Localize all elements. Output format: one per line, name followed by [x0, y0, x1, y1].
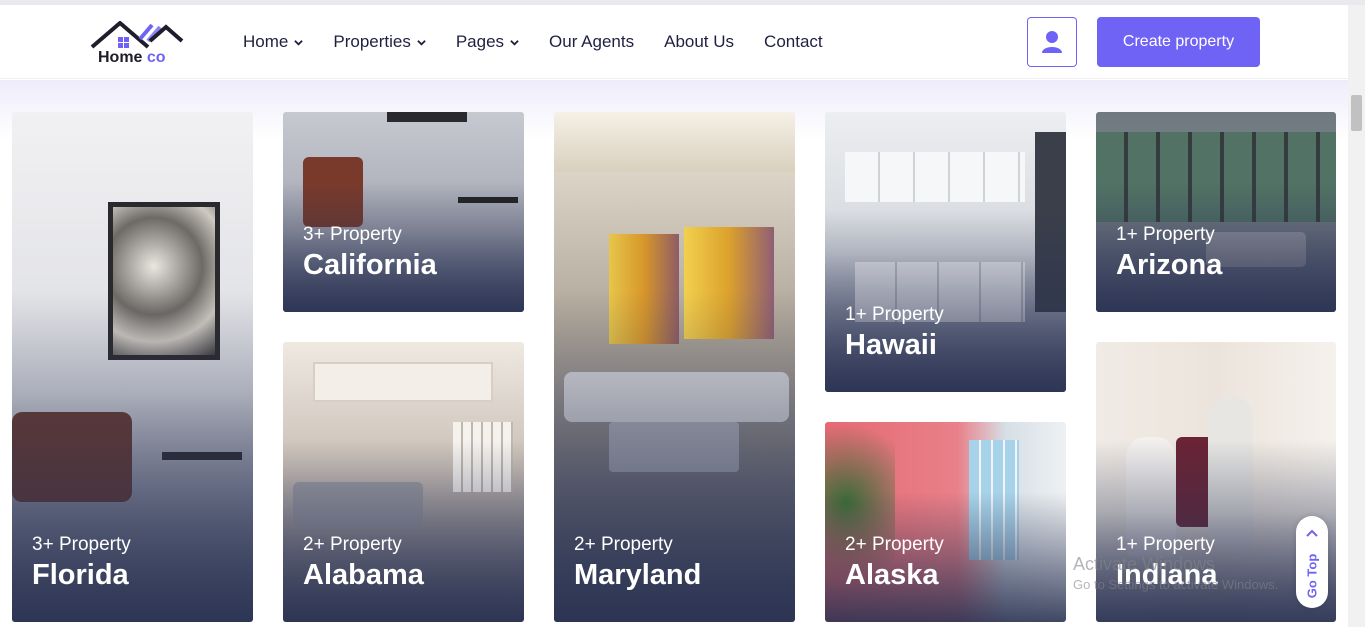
location-card-california[interactable]: 3+ Property California	[283, 112, 524, 312]
state-name: Florida	[32, 559, 129, 591]
location-card-alabama[interactable]: 2+ Property Alabama	[283, 342, 524, 622]
location-card-florida[interactable]: 3+ Property Florida	[12, 112, 253, 622]
location-card-alaska[interactable]: 2+ Property Alaska	[825, 422, 1066, 622]
card-overlay	[283, 182, 524, 312]
user-icon	[1042, 31, 1062, 53]
location-card-arizona[interactable]: 1+ Property Arizona	[1096, 112, 1336, 312]
state-name: California	[303, 249, 437, 281]
state-name: Alaska	[845, 559, 939, 591]
card-overlay	[1096, 182, 1336, 312]
navbar: Home co Home Properties Pages Our Agents…	[0, 5, 1348, 79]
nav-item-our-agents[interactable]: Our Agents	[549, 32, 634, 52]
property-count: 1+ Property	[1116, 534, 1215, 555]
windows-activation-watermark: Activate Windows Go to Settings to activ…	[1073, 554, 1278, 592]
wall-painting	[387, 112, 467, 122]
state-name: Arizona	[1116, 249, 1223, 281]
property-count: 2+ Property	[303, 534, 402, 555]
logo-text: Home co	[98, 49, 166, 66]
nav-item-contact[interactable]: Contact	[764, 32, 823, 52]
go-top-label: Go Top	[1304, 553, 1320, 599]
property-count: 1+ Property	[1116, 224, 1215, 245]
location-card-hawaii[interactable]: 1+ Property Hawaii	[825, 112, 1066, 392]
logo[interactable]: Home co	[90, 17, 190, 69]
create-property-button[interactable]: Create property	[1097, 17, 1260, 67]
property-count: 2+ Property	[574, 534, 673, 555]
house-logo-icon	[90, 21, 184, 49]
chevron-down-icon	[510, 39, 519, 46]
location-card-maryland[interactable]: 2+ Property Maryland	[554, 112, 795, 622]
ceiling	[554, 112, 795, 172]
state-name: Maryland	[574, 559, 702, 591]
property-count: 2+ Property	[845, 534, 944, 555]
state-name: Hawaii	[845, 329, 937, 361]
page-scrollbar[interactable]	[1348, 5, 1365, 627]
card-overlay	[825, 210, 1066, 392]
card-overlay	[283, 440, 524, 622]
nav-item-home[interactable]: Home	[243, 32, 304, 52]
ceiling	[313, 362, 493, 402]
chevron-down-icon	[294, 39, 304, 46]
chevron-down-icon	[417, 39, 426, 46]
watermark-subtitle: Go to Settings to activate Windows.	[1073, 577, 1279, 592]
watermark-title: Activate Windows	[1073, 554, 1216, 574]
property-count: 1+ Property	[845, 304, 944, 325]
user-account-button[interactable]	[1027, 17, 1077, 67]
nav-item-pages[interactable]: Pages	[456, 32, 519, 52]
property-count: 3+ Property	[32, 534, 131, 555]
go-top-button[interactable]: Go Top	[1296, 516, 1328, 608]
scrollbar-thumb[interactable]	[1351, 95, 1362, 131]
nav-item-properties[interactable]: Properties	[333, 32, 426, 52]
nav-item-about-us[interactable]: About Us	[664, 32, 734, 52]
chevron-up-icon	[1306, 529, 1318, 537]
state-name: Alabama	[303, 559, 424, 591]
card-overlay	[825, 492, 1066, 622]
property-count: 3+ Property	[303, 224, 402, 245]
kitchen-cabinets	[845, 152, 1025, 202]
main-nav: Home Properties Pages Our Agents About U…	[243, 5, 853, 79]
